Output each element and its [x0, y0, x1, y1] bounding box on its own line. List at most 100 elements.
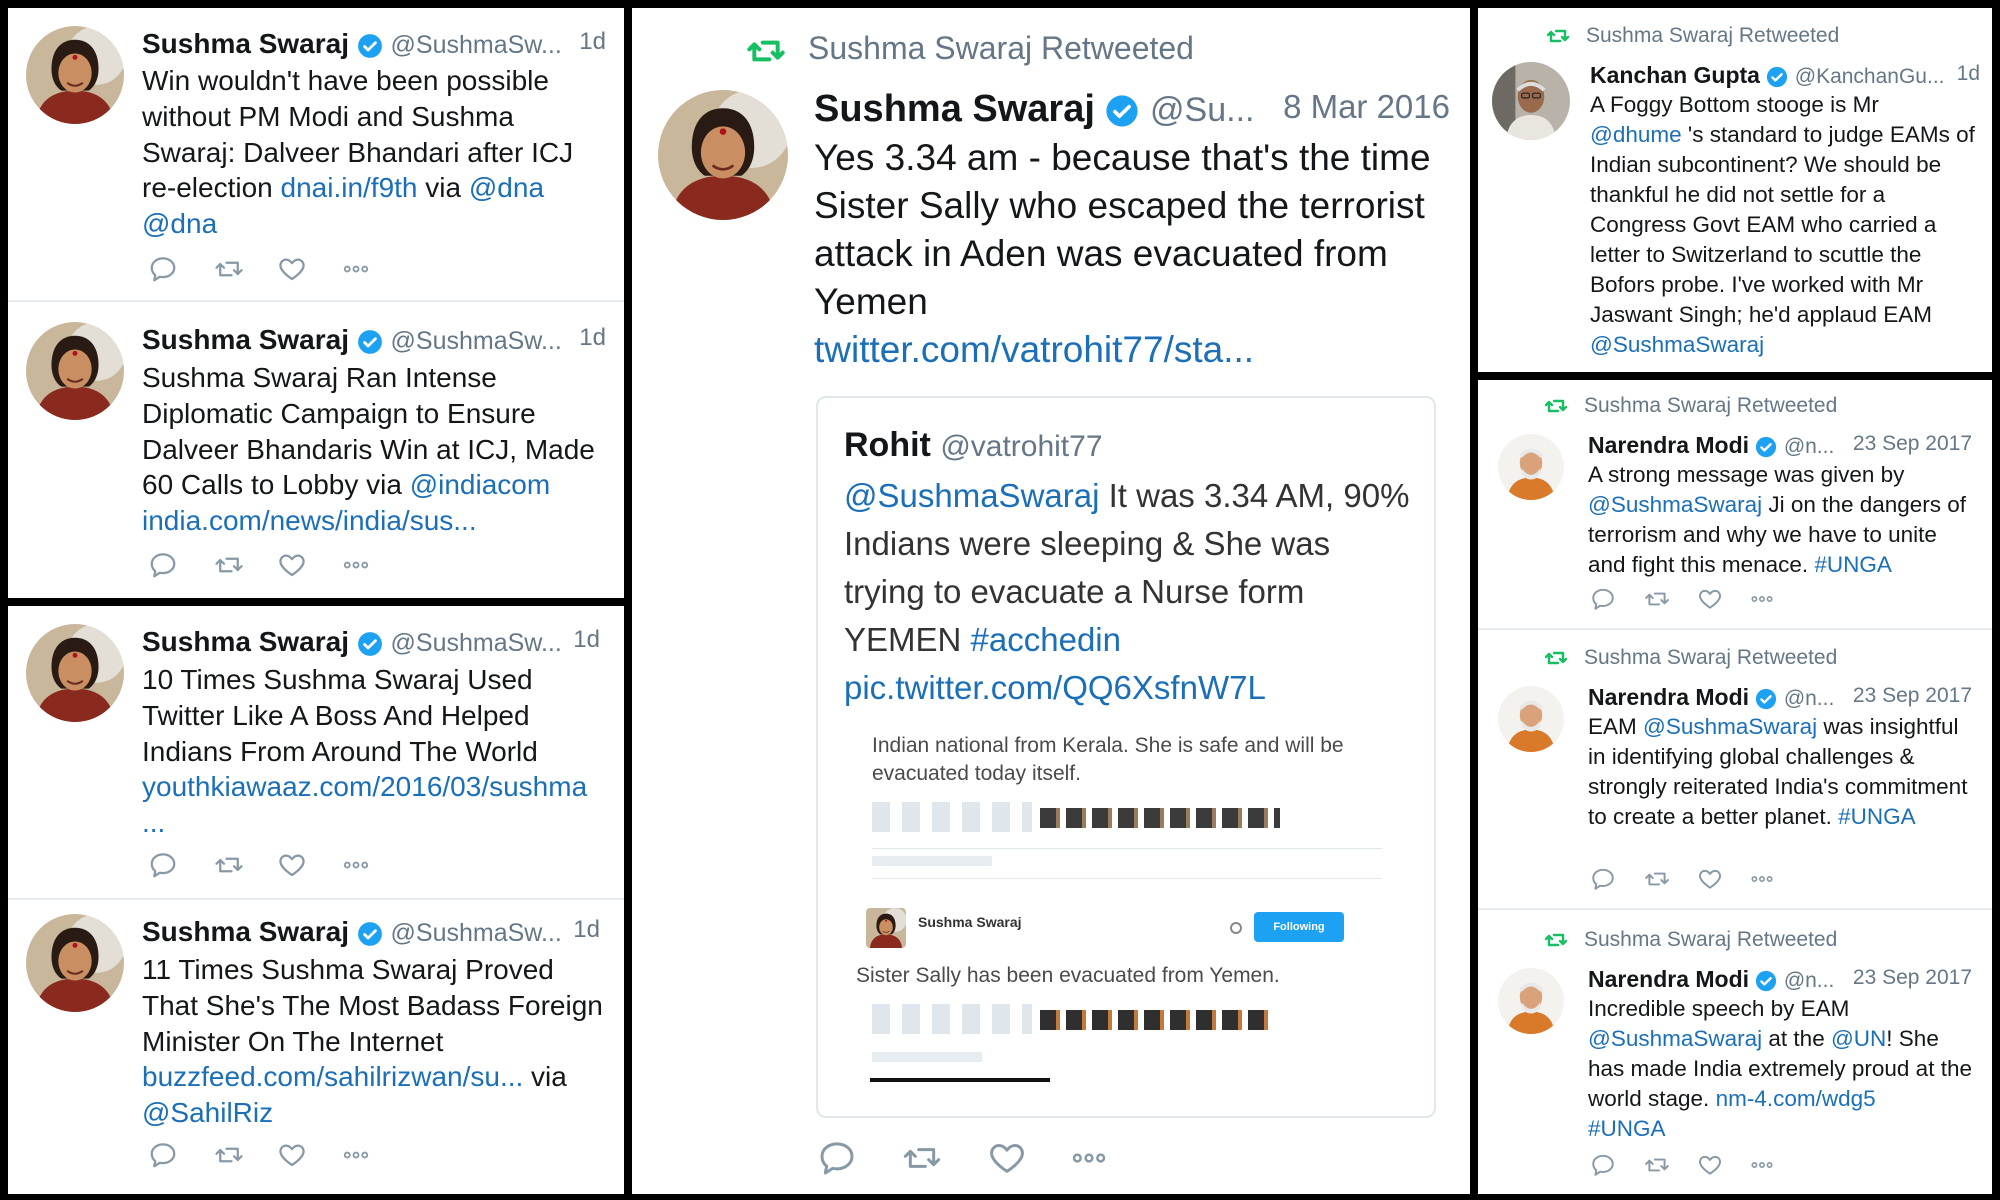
embedded-screenshot[interactable]: Indian national from Kerala. She is safe… [844, 728, 1410, 1098]
author-handle[interactable]: @n... [1784, 687, 1835, 710]
more-icon[interactable] [1068, 1138, 1110, 1178]
reply-icon[interactable] [148, 254, 178, 284]
hashtag-acchedin[interactable]: #acchedin [971, 621, 1121, 658]
author-handle[interactable]: @SushmaSw... [391, 629, 562, 657]
tweet-time[interactable]: 1d [579, 324, 606, 352]
mention-sushmaswaraj[interactable]: @SushmaSwaraj [844, 477, 1099, 514]
tweet-badass-foreign-minister[interactable]: Sushma Swaraj @SushmaSw... 1d 11 Times S… [8, 900, 624, 1194]
avatar-sushma[interactable] [26, 624, 124, 722]
mention-sushmaswaraj[interactable]: @SushmaSwaraj [1643, 714, 1817, 739]
retweet-icon[interactable] [898, 1138, 946, 1178]
tweet-twitter-like-a-boss[interactable]: Sushma Swaraj @SushmaSw... 1d 10 Times S… [8, 606, 624, 898]
avatar-modi[interactable] [1498, 968, 1564, 1034]
tweet-link[interactable]: buzzfeed.com/sahilrizwan/su... [142, 1061, 523, 1092]
tweet-link[interactable]: twitter.com/vatrohit77/sta... [814, 329, 1254, 370]
tweet-modi-insightful[interactable]: Sushma Swaraj Retweeted Narendra Modi @n… [1478, 630, 1992, 908]
more-icon[interactable] [340, 850, 372, 880]
quoted-author-name[interactable]: Rohit [844, 426, 931, 464]
author-name[interactable]: Sushma Swaraj [142, 28, 349, 59]
retweet-icon[interactable] [212, 550, 246, 580]
author-name[interactable]: Narendra Modi [1588, 684, 1749, 710]
reply-icon[interactable] [1590, 866, 1616, 892]
tweet-time[interactable]: 1d [1957, 62, 1980, 86]
tweet-dalveer-bhandari[interactable]: Sushma Swaraj @SushmaSw... 1d Win wouldn… [8, 8, 624, 300]
tweet-time[interactable]: 23 Sep 2017 [1853, 966, 1972, 990]
author-name[interactable]: Sushma Swaraj [142, 916, 349, 947]
mention-indiacom[interactable]: @indiacom [410, 469, 550, 500]
quoted-author-handle[interactable]: @vatrohit77 [940, 430, 1102, 463]
retweet-label[interactable]: Sushma Swaraj Retweeted [1584, 928, 1837, 951]
author-name[interactable]: Narendra Modi [1588, 966, 1749, 992]
tweet-diplomatic-campaign[interactable]: Sushma Swaraj @SushmaSw... 1d Sushma Swa… [8, 302, 624, 598]
mention-sushmaswaraj[interactable]: @SushmaSwaraj [1588, 1026, 1762, 1051]
author-name[interactable]: Sushma Swaraj [814, 88, 1095, 130]
mention-sahilriz[interactable]: @SahilRiz [142, 1097, 273, 1128]
avatar-modi[interactable] [1498, 434, 1564, 500]
author-handle[interactable]: @n... [1784, 435, 1835, 458]
more-icon[interactable] [340, 254, 372, 284]
more-icon[interactable] [340, 1140, 372, 1170]
heart-icon[interactable] [276, 550, 308, 580]
heart-icon[interactable] [276, 254, 308, 284]
heart-icon[interactable] [1696, 1152, 1724, 1178]
reply-icon[interactable] [816, 1138, 858, 1178]
author-name[interactable]: Sushma Swaraj [142, 626, 349, 657]
retweet-label[interactable]: Sushma Swaraj Retweeted [808, 30, 1194, 66]
heart-icon[interactable] [1696, 866, 1724, 892]
retweet-icon[interactable] [212, 1140, 246, 1170]
tweet-link[interactable]: nm-4.com/wdg5 [1716, 1086, 1876, 1111]
avatar-sushma[interactable] [26, 322, 124, 420]
heart-icon[interactable] [276, 1140, 308, 1170]
more-icon[interactable] [1748, 866, 1776, 892]
author-name[interactable]: Narendra Modi [1588, 432, 1749, 458]
retweet-icon[interactable] [212, 254, 246, 284]
retweet-icon[interactable] [212, 850, 246, 880]
avatar-sushma[interactable] [658, 90, 788, 220]
retweet-label[interactable]: Sushma Swaraj Retweeted [1584, 394, 1837, 417]
hashtag-unga[interactable]: #UNGA [1838, 804, 1916, 829]
reply-icon[interactable] [148, 550, 178, 580]
avatar-modi[interactable] [1498, 686, 1564, 752]
mention-un[interactable]: @UN [1831, 1026, 1886, 1051]
hashtag-unga[interactable]: #UNGA [1588, 1116, 1666, 1141]
author-name[interactable]: Sushma Swaraj [142, 324, 349, 355]
author-handle[interactable]: @SushmaSw... [391, 327, 562, 355]
tweet-time[interactable]: 23 Sep 2017 [1853, 432, 1972, 456]
reply-icon[interactable] [148, 1140, 178, 1170]
author-handle[interactable]: @n... [1784, 969, 1835, 992]
retweet-icon[interactable] [1642, 866, 1672, 892]
more-icon[interactable] [340, 550, 372, 580]
tweet-time[interactable]: 23 Sep 2017 [1853, 684, 1972, 708]
mention-sushmaswaraj[interactable]: @SushmaSwaraj [1590, 332, 1764, 357]
mention-dna-2[interactable]: @dna [142, 208, 217, 239]
heart-icon[interactable] [276, 850, 308, 880]
author-handle[interactable]: @Su... [1150, 91, 1254, 129]
more-icon[interactable] [1748, 1152, 1776, 1178]
reply-icon[interactable] [148, 850, 178, 880]
tweet-link[interactable]: dnai.in/f9th [281, 172, 418, 203]
heart-icon[interactable] [1696, 586, 1724, 612]
hashtag-unga[interactable]: #UNGA [1814, 552, 1892, 577]
author-handle[interactable]: @KanchanGu... [1795, 65, 1945, 88]
retweet-icon[interactable] [1642, 586, 1672, 612]
author-name[interactable]: Kanchan Gupta [1590, 62, 1760, 88]
mention-dna[interactable]: @dna [469, 172, 544, 203]
tweet-time[interactable]: 1d [573, 916, 600, 944]
tweet-link[interactable]: india.com/news/india/sus... [142, 505, 477, 536]
retweet-icon[interactable] [1642, 1152, 1672, 1178]
avatar-sushma[interactable] [26, 914, 124, 1012]
author-handle[interactable]: @SushmaSw... [391, 31, 562, 59]
mention-sushmaswaraj[interactable]: @SushmaSwaraj [1588, 492, 1762, 517]
tweet-time[interactable]: 1d [579, 28, 606, 56]
reply-icon[interactable] [1590, 1152, 1616, 1178]
retweet-label[interactable]: Sushma Swaraj Retweeted [1586, 24, 1839, 47]
tweet-modi-strong-message[interactable]: Sushma Swaraj Retweeted Narendra Modi @n… [1478, 380, 1992, 628]
retweet-label[interactable]: Sushma Swaraj Retweeted [1584, 646, 1837, 669]
tweet-time[interactable]: 1d [573, 626, 600, 654]
link-ellipsis[interactable]: ... [142, 807, 165, 838]
heart-icon[interactable] [986, 1138, 1028, 1178]
tweet-time[interactable]: 8 Mar 2016 [1283, 88, 1450, 126]
quoted-tweet[interactable]: Rohit @vatrohit77 @SushmaSwaraj It was 3… [816, 396, 1436, 1118]
author-handle[interactable]: @SushmaSw... [391, 919, 562, 947]
avatar-kanchan[interactable] [1492, 62, 1570, 140]
